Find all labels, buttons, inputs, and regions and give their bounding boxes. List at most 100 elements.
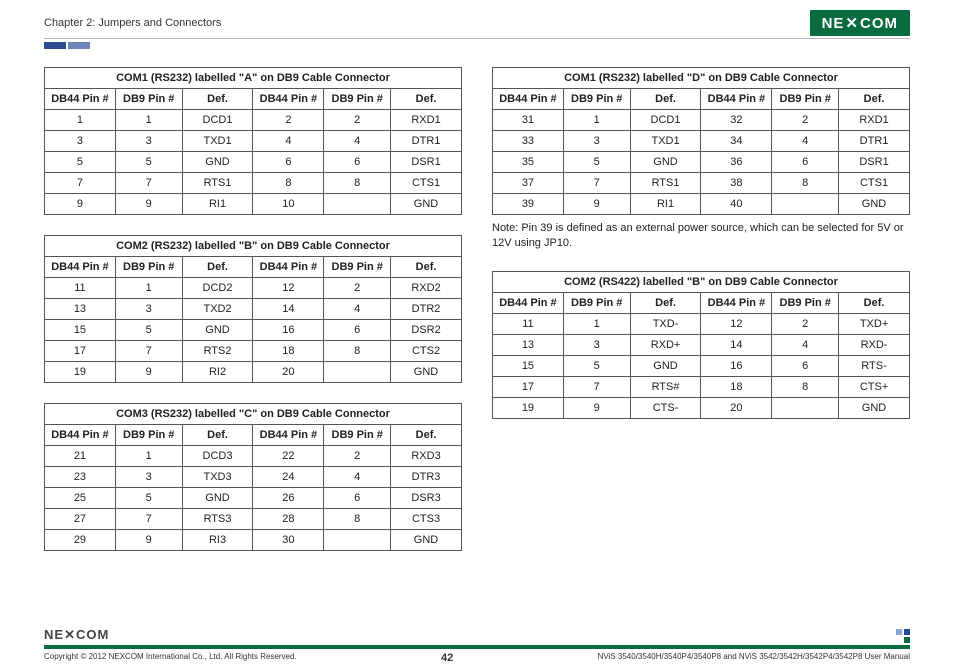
column-header: DB9 Pin # (115, 425, 182, 446)
connector-table: COM3 (RS232) labelled "C" on DB9 Cable C… (44, 403, 462, 551)
footer-square-tl (896, 629, 902, 635)
table-cell: 3 (563, 131, 630, 152)
table-cell: DTR2 (391, 299, 462, 320)
table-cell: 21 (45, 446, 116, 467)
table-cell: 36 (701, 152, 772, 173)
table-cell: 9 (45, 194, 116, 215)
manual-title: NViS 3540/3540H/3540P4/3540P8 and NViS 3… (598, 652, 910, 664)
table-cell: 8 (772, 376, 839, 397)
table-row: 199CTS-20GND (493, 397, 910, 418)
column-header: DB44 Pin # (701, 292, 772, 313)
column-header: Def. (839, 292, 910, 313)
table-cell (324, 362, 391, 383)
table-cell: 32 (701, 110, 772, 131)
table-cell: 4 (772, 334, 839, 355)
table-cell: 1 (115, 446, 182, 467)
table-cell: 18 (701, 376, 772, 397)
table-cell: 37 (493, 173, 564, 194)
table-cell: 5 (563, 152, 630, 173)
table-note: Note: Pin 39 is defined as an external p… (492, 221, 910, 251)
table-cell: 11 (493, 313, 564, 334)
table-cell: 9 (563, 397, 630, 418)
column-header: Def. (839, 89, 910, 110)
table-cell: 14 (701, 334, 772, 355)
column-header: DB9 Pin # (324, 257, 391, 278)
column-header: Def. (182, 89, 253, 110)
table-cell: GND (391, 530, 462, 551)
table-cell: 3 (45, 131, 116, 152)
table-cell: CTS2 (391, 341, 462, 362)
table-cell: 8 (324, 173, 391, 194)
column-header: Def. (630, 89, 701, 110)
table-cell (324, 530, 391, 551)
table-cell: 9 (115, 530, 182, 551)
footer-square-br (904, 637, 910, 643)
connector-table: COM1 (RS232) labelled "A" on DB9 Cable C… (44, 67, 462, 215)
table-cell: 16 (253, 320, 324, 341)
table-cell: CTS1 (839, 173, 910, 194)
logo-x-icon: ✕ (845, 14, 859, 32)
table-cell: 19 (493, 397, 564, 418)
table-cell: DTR3 (391, 467, 462, 488)
table-cell: GND (839, 194, 910, 215)
table-row: 155GND166DSR2 (45, 320, 462, 341)
table-cell: 6 (324, 488, 391, 509)
table-title: COM1 (RS232) labelled "A" on DB9 Cable C… (45, 68, 462, 89)
table-cell: 12 (253, 278, 324, 299)
column-header: DB9 Pin # (115, 89, 182, 110)
table-cell: 1 (115, 110, 182, 131)
table-row: 133TXD2144DTR2 (45, 299, 462, 320)
table-cell: 8 (324, 341, 391, 362)
table-cell: 6 (772, 152, 839, 173)
table-cell: 28 (253, 509, 324, 530)
column-header: Def. (391, 425, 462, 446)
table-cell: 15 (493, 355, 564, 376)
table-cell: 30 (253, 530, 324, 551)
table-cell: RTS2 (182, 341, 253, 362)
table-cell: RI1 (630, 194, 701, 215)
table-cell: 4 (772, 131, 839, 152)
table-cell: 27 (45, 509, 116, 530)
page-number: 42 (441, 652, 453, 664)
table-cell: 3 (115, 299, 182, 320)
table-cell: CTS3 (391, 509, 462, 530)
table-cell: RXD3 (391, 446, 462, 467)
table-row: 333TXD1344DTR1 (493, 131, 910, 152)
table-title: COM2 (RS232) labelled "B" on DB9 Cable C… (45, 236, 462, 257)
logo-text-ne: NE (822, 15, 845, 32)
table-cell (772, 397, 839, 418)
table-cell: 1 (45, 110, 116, 131)
table-cell (772, 194, 839, 215)
table-cell: RI3 (182, 530, 253, 551)
table-cell: 9 (563, 194, 630, 215)
table-cell: RTS1 (182, 173, 253, 194)
table-cell: GND (182, 488, 253, 509)
logo-x-icon-bottom: ✕ (64, 627, 76, 642)
table-cell: 25 (45, 488, 116, 509)
table-cell: 1 (563, 110, 630, 131)
table-row: 55GND66DSR1 (45, 152, 462, 173)
table-cell: 35 (493, 152, 564, 173)
footer-row-bottom: Copyright © 2012 NEXCOM International Co… (44, 652, 910, 664)
page: Chapter 2: Jumpers and Connectors NE✕COM… (0, 0, 954, 672)
right-column: COM1 (RS232) labelled "D" on DB9 Cable C… (492, 67, 910, 551)
table-cell: TXD1 (630, 131, 701, 152)
table-row: 177RTS#188CTS+ (493, 376, 910, 397)
table-cell: 19 (45, 362, 116, 383)
table-cell: RI1 (182, 194, 253, 215)
table-cell: DSR1 (839, 152, 910, 173)
table-cell: 7 (115, 509, 182, 530)
table-cell: 8 (253, 173, 324, 194)
table-cell: DCD2 (182, 278, 253, 299)
table-cell: 14 (253, 299, 324, 320)
table-cell: 6 (772, 355, 839, 376)
footer-row-top: NE✕COM (44, 627, 910, 643)
table-cell: 3 (563, 334, 630, 355)
table-cell: RTS- (839, 355, 910, 376)
table-cell: 1 (115, 278, 182, 299)
table-cell: 13 (493, 334, 564, 355)
table-cell: 2 (772, 110, 839, 131)
table-cell: GND (630, 152, 701, 173)
header-rule (44, 38, 910, 39)
table-cell: 2 (324, 278, 391, 299)
